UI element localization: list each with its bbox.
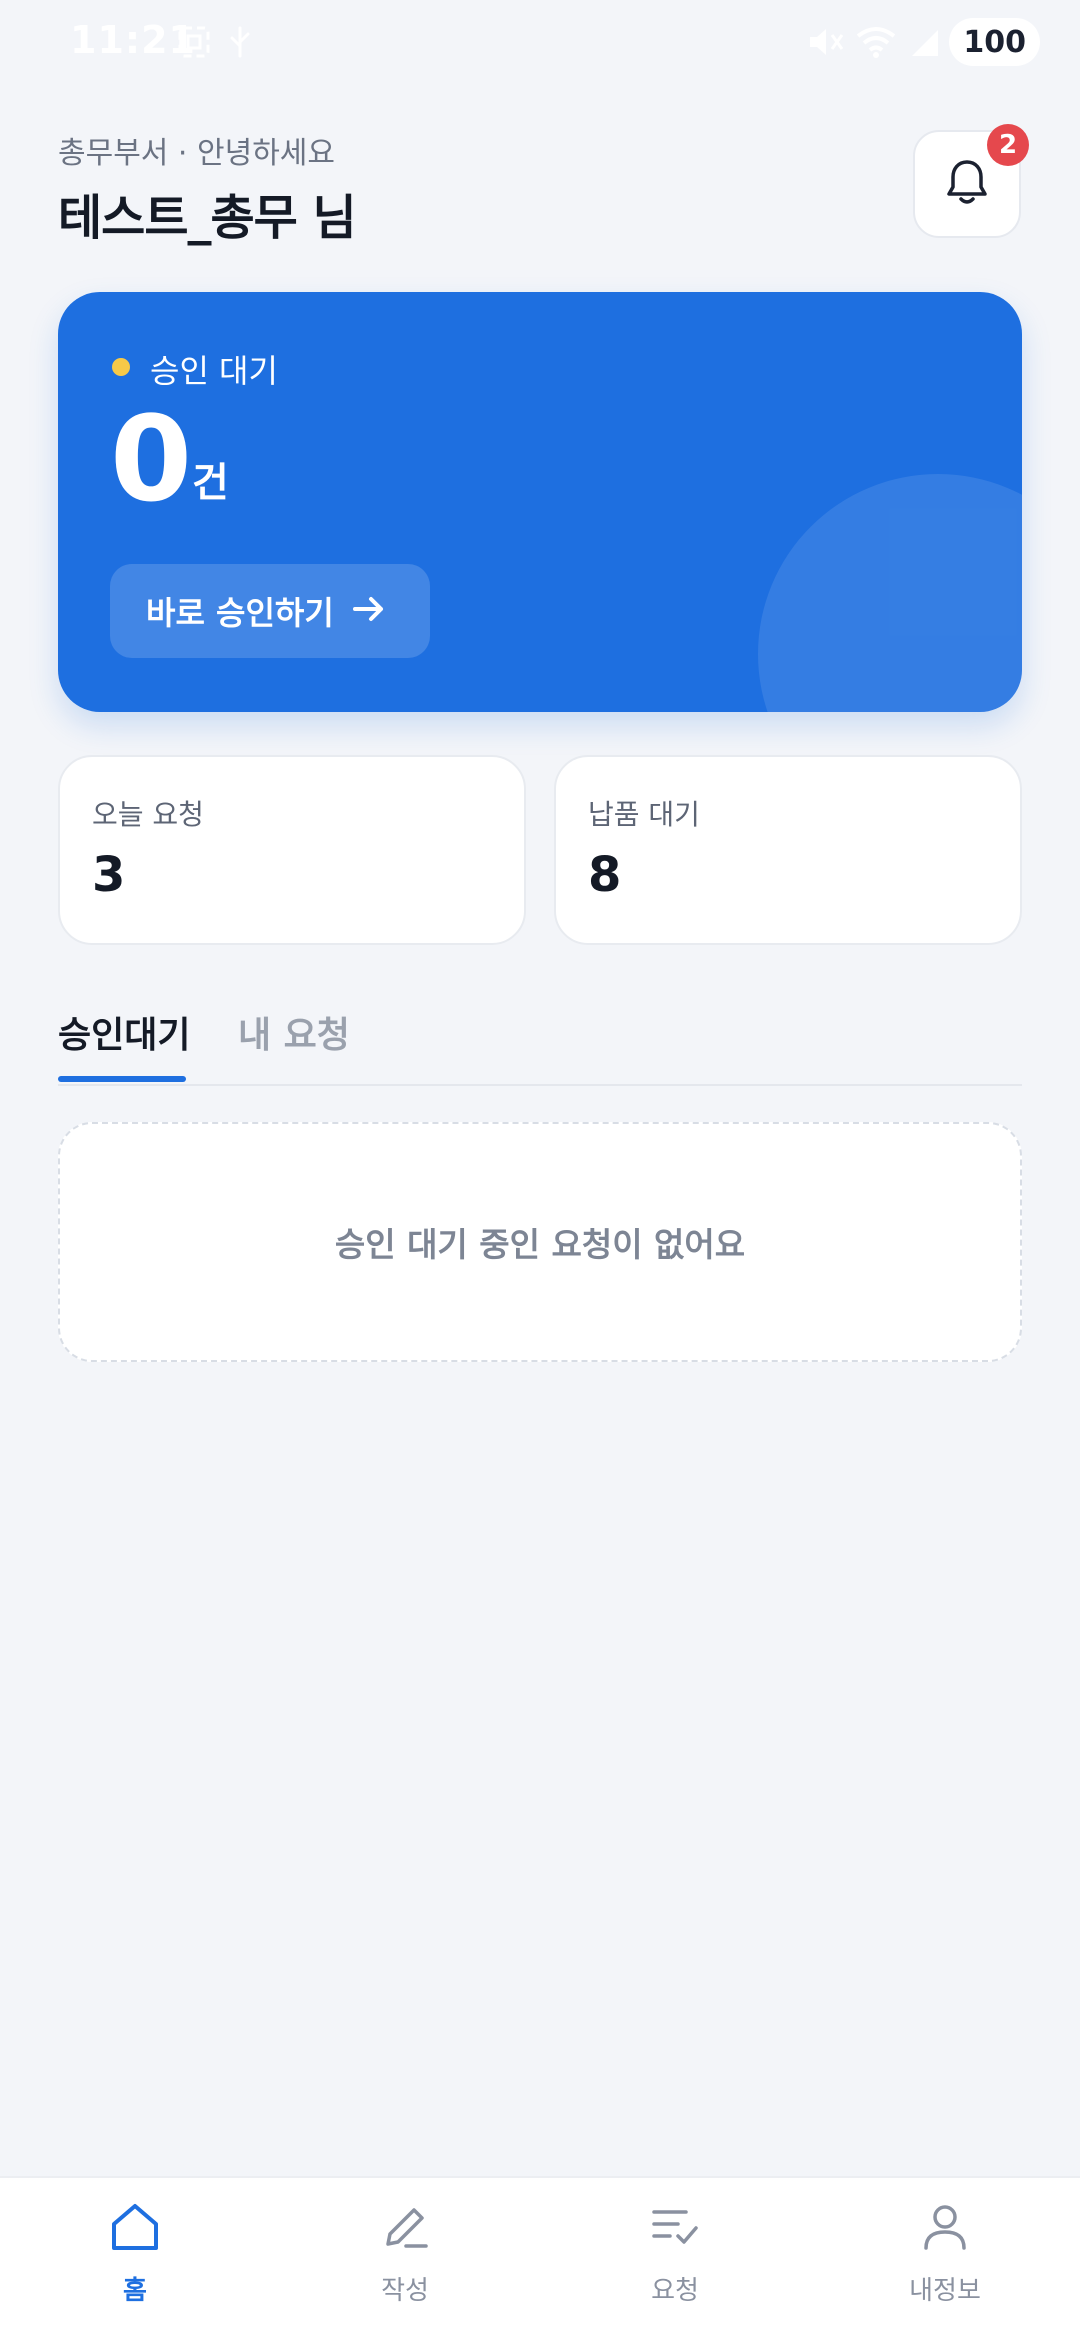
- tab-bar: 승인대기 내 요청: [58, 1000, 1022, 1086]
- pencil-icon: [378, 2200, 432, 2258]
- empty-state-message: 승인 대기 중인 요청이 없어요: [334, 1225, 746, 1264]
- status-dot: [112, 358, 130, 376]
- signal-icon: [908, 24, 942, 64]
- stat-card-today-requests[interactable]: 오늘 요청 3: [58, 755, 526, 945]
- wifi-icon: [854, 24, 898, 64]
- nav-label: 홈: [123, 2276, 147, 2306]
- empty-state: 승인 대기 중인 요청이 없어요: [58, 1122, 1022, 1362]
- usb-icon: [228, 24, 252, 64]
- nav-label: 작성: [381, 2276, 429, 2306]
- notification-badge: 2: [987, 124, 1029, 166]
- active-tab-indicator: [58, 1076, 186, 1082]
- stat-card-delivery-pending[interactable]: 납품 대기 8: [554, 755, 1022, 945]
- stat-value: 8: [588, 847, 622, 903]
- tab-my-requests[interactable]: 내 요청: [238, 1006, 350, 1058]
- nav-item-home[interactable]: 홈: [35, 2200, 235, 2307]
- tab-pending-approval[interactable]: 승인대기: [58, 1006, 190, 1058]
- approve-now-button[interactable]: 바로 승인하기: [110, 564, 430, 658]
- nav-item-write[interactable]: 작성: [305, 2200, 505, 2307]
- approval-pending-card: 승인 대기 0 건 바로 승인하기: [58, 292, 1022, 712]
- stat-label: 납품 대기: [588, 798, 700, 831]
- nav-item-requests[interactable]: 요청: [575, 2200, 775, 2307]
- stat-label: 오늘 요청: [92, 798, 204, 831]
- stat-value: 3: [92, 847, 126, 903]
- count-unit: 건: [192, 460, 229, 506]
- approve-now-label: 바로 승인하기: [146, 594, 334, 632]
- bottom-navigation: 홈 작성 요청 내정보: [0, 2176, 1080, 2340]
- battery-icon: 100: [949, 18, 1040, 66]
- status-bar: 11:21 100: [0, 0, 1080, 84]
- page-title: 테스트_총무 님: [58, 190, 357, 246]
- nav-label: 요청: [651, 2276, 699, 2306]
- app-screen: 11:21 100 총무부서 · 안녕하세요 테스트_총무 님 2 승인 대기 …: [0, 0, 1080, 2340]
- approval-pending-label: 승인 대기: [150, 352, 278, 390]
- arrow-right-icon: [352, 594, 386, 628]
- nav-label: 내정보: [909, 2276, 981, 2306]
- screenshot-icon: [176, 24, 212, 64]
- user-icon: [918, 2200, 972, 2258]
- decorative-circle: [758, 474, 1022, 712]
- bell-icon: [944, 157, 990, 211]
- nav-item-my-info[interactable]: 내정보: [845, 2200, 1045, 2307]
- mute-icon: [806, 24, 846, 64]
- approval-pending-count: 0: [110, 390, 193, 528]
- list-check-icon: [648, 2200, 702, 2258]
- greeting-text: 총무부서 · 안녕하세요: [58, 136, 336, 171]
- home-icon: [108, 2200, 162, 2258]
